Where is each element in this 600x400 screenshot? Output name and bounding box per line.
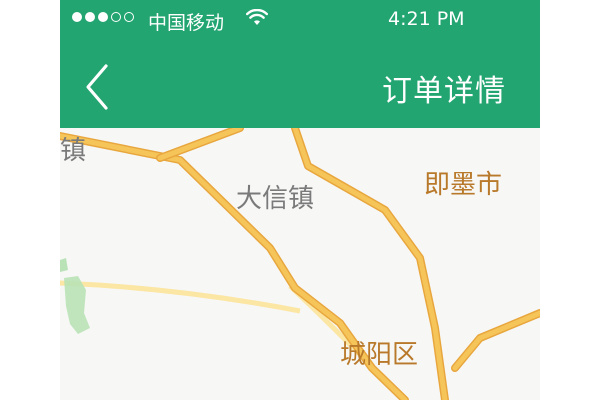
status-time: 4:21 PM xyxy=(388,8,465,30)
map-label-town-partial: 镇 xyxy=(60,136,87,166)
map-label-daxin-town: 大信镇 xyxy=(236,184,315,214)
map-label-jimo-city: 即墨市 xyxy=(424,170,503,200)
map-view[interactable]: 镇 大信镇 即墨市 城阳区 xyxy=(60,128,540,400)
header: 中国移动 4:21 PM 订单详情 xyxy=(60,0,540,128)
phone-screen: 中国移动 4:21 PM 订单详情 镇 大信镇 即墨市 城阳区 xyxy=(60,0,540,400)
nav-bar: 订单详情 xyxy=(60,50,540,120)
major-road xyxy=(451,309,540,372)
wifi-icon xyxy=(246,9,268,25)
map-label-chengyang-district: 城阳区 xyxy=(340,340,419,370)
page-title: 订单详情 xyxy=(382,74,506,109)
minor-road xyxy=(60,280,301,314)
status-bar: 中国移动 4:21 PM xyxy=(60,0,540,40)
chevron-left-icon xyxy=(86,64,108,110)
signal-strength-icon xyxy=(72,12,134,22)
back-button[interactable] xyxy=(78,62,118,112)
park-area xyxy=(60,258,68,272)
carrier-name: 中国移动 xyxy=(148,12,225,34)
major-road xyxy=(157,128,243,161)
